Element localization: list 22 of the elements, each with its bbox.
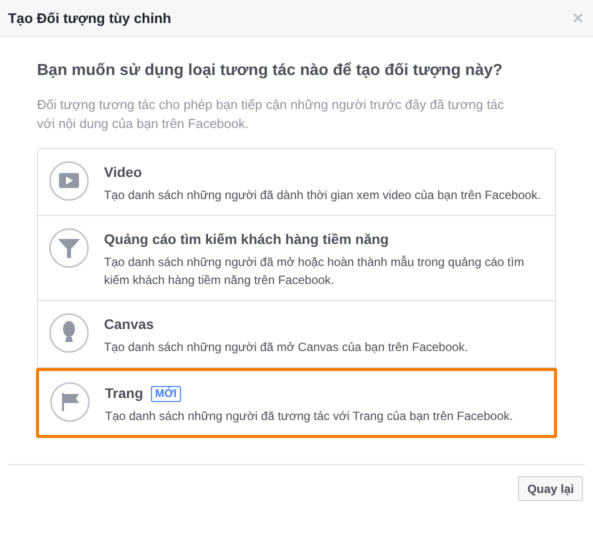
funnel-icon	[49, 228, 89, 268]
play-icon	[49, 161, 89, 201]
option-description: Tạo danh sách những người đã tương tác với Trang của bạn trên Facebook.	[105, 408, 513, 425]
close-icon[interactable]	[573, 13, 583, 23]
question-heading: Bạn muốn sử dụng loại tương tác nào để tạo đối tượng này?	[37, 61, 504, 81]
option-item[interactable]: Video Tạo danh sách những người đã dành thời gian xem video của bạn trên Facebook.	[37, 148, 556, 216]
flag-icon	[50, 382, 90, 422]
option-item[interactable]: Trang MỚI Tạo danh sách những người đã tương tác với Trang của bạn trên Facebook.	[36, 368, 557, 438]
option-description: Tạo danh sách những người đã mở Canvas của bạn trên Facebook.	[104, 339, 468, 356]
new-badge: MỚI	[151, 386, 181, 402]
back-button[interactable]: Quay lại	[518, 476, 583, 501]
option-title: Canvas	[104, 315, 154, 334]
option-item[interactable]: Canvas Tạo danh sách những người đã mở Canvas của bạn trên Facebook.	[37, 301, 556, 368]
option-title: Trang	[105, 384, 144, 403]
dialog-title: Tạo Đối tượng tùy chỉnh	[8, 8, 172, 28]
description-text: Đối tượng tương tác cho phép bạn tiếp cận những người trước đây đã tương tác với nội dung của bạn trên Facebook.	[37, 96, 506, 133]
balloon-icon	[49, 313, 89, 353]
option-description: Tạo danh sách những người đã dành thời gian xem video của bạn trên Facebook.	[104, 187, 541, 204]
option-description: Tạo danh sách những người đã mở hoặc hoàn thành mẫu trong quảng cáo tìm kiếm khách hàng tiềm năng trên Facebook.	[104, 254, 526, 289]
option-title: Quảng cáo tìm kiếm khách hàng tiềm năng	[104, 230, 389, 249]
option-title: Video	[104, 163, 142, 182]
option-item[interactable]: Quảng cáo tìm kiếm khách hàng tiềm năng Tạo danh sách những người đã mở hoặc hoàn thành mẫu trong quảng cáo tìm kiếm khách hàng tiềm năng trên Facebook.	[37, 216, 556, 301]
